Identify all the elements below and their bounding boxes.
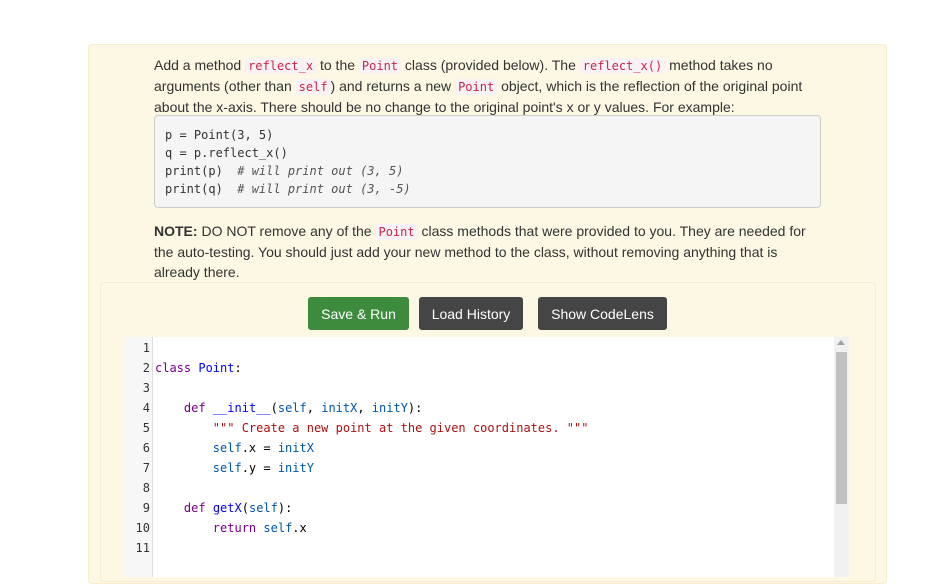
code-punct: :	[234, 361, 242, 375]
function-name: __init__	[212, 401, 271, 415]
inline-code: Point	[358, 58, 402, 74]
code-line: 10 return self.x	[124, 518, 834, 538]
scroll-up-arrow-icon[interactable]	[837, 340, 845, 345]
variable: self	[277, 401, 307, 415]
code-punct: ,	[306, 401, 322, 415]
line-number: 4	[142, 401, 150, 415]
line-number: 1	[142, 341, 150, 355]
inline-code: self	[295, 79, 331, 95]
code-editor[interactable]: 1 2 class Point: 3 4 def __init__(self, …	[124, 337, 849, 577]
variable: self	[248, 501, 278, 515]
code-text: .x	[292, 521, 307, 535]
code-punct: ):	[277, 501, 293, 515]
example-comment: # will print out (3, -5)	[237, 182, 411, 196]
code-line: 5 """ Create a new point at the given co…	[124, 418, 834, 438]
code-line: 1	[124, 338, 834, 358]
inline-code: reflect_x	[245, 58, 317, 74]
keyword: def	[183, 401, 206, 415]
example-line: print(p)	[165, 164, 238, 178]
inline-code: Point	[375, 224, 418, 240]
inline-code: reflect_x()	[579, 58, 666, 74]
show-codelens-button[interactable]: Show CodeLens	[538, 297, 667, 330]
variable: initX	[277, 441, 314, 455]
note-label: NOTE:	[154, 223, 198, 239]
docstring: """ Create a new point at the given coor…	[212, 421, 589, 435]
save-run-button[interactable]: Save & Run	[308, 297, 409, 330]
line-number: 5	[142, 421, 150, 435]
code-line: 7 self.y = initY	[124, 458, 834, 478]
code-line: 6 self.x = initX	[124, 438, 834, 458]
code-punct: ):	[407, 401, 423, 415]
example-line: p = Point(3, 5)	[165, 128, 274, 142]
function-name: getX	[212, 501, 242, 515]
code-line: 3	[124, 378, 834, 398]
line-number: 9	[142, 501, 150, 515]
description-text: to the	[316, 57, 359, 73]
code-punct: (	[241, 501, 249, 515]
code-line: 11	[124, 538, 834, 558]
description-text: ) and returns a new	[330, 78, 456, 94]
description-text: Add a method	[154, 57, 246, 73]
code-line: 8	[124, 478, 834, 498]
class-name: Point	[198, 361, 235, 375]
line-number: 11	[135, 541, 150, 555]
variable: self	[263, 521, 293, 535]
line-number: 10	[135, 521, 150, 535]
variable: initY	[277, 461, 314, 475]
variable: initY	[371, 401, 408, 415]
line-number: 3	[142, 381, 150, 395]
line-number: 8	[142, 481, 150, 495]
example-line: print(q)	[165, 182, 238, 196]
keyword: def	[183, 501, 206, 515]
scrollbar-thumb[interactable]	[836, 352, 847, 504]
keyword: class	[155, 361, 192, 375]
code-line: 4 def __init__(self, initX, initY):	[124, 398, 834, 418]
line-number: 6	[142, 441, 150, 455]
code-line: 9 def getX(self):	[124, 498, 834, 518]
editor-scrollbar[interactable]	[834, 337, 849, 577]
code-text: .y =	[241, 461, 278, 475]
description-text: class (provided below). The	[401, 57, 580, 73]
code-punct: (	[270, 401, 278, 415]
variable: initX	[321, 401, 358, 415]
keyword: return	[212, 521, 257, 535]
code-text: .x =	[241, 441, 278, 455]
note-text: NOTE: DO NOT remove any of the Point cla…	[154, 221, 822, 282]
code-line: 2 class Point:	[124, 358, 834, 378]
inline-code: Point	[455, 79, 498, 95]
question-description: Add a method reflect_x to the Point clas…	[154, 55, 814, 117]
load-history-button[interactable]: Load History	[419, 297, 523, 330]
example-code-block: p = Point(3, 5) q = p.reflect_x() print(…	[154, 115, 821, 208]
example-line: q = p.reflect_x()	[165, 146, 288, 160]
note-body: DO NOT remove any of the	[197, 223, 376, 239]
line-number: 7	[142, 461, 150, 475]
code-punct: ,	[357, 401, 372, 415]
line-number: 2	[142, 361, 150, 375]
variable: self	[212, 461, 242, 475]
variable: self	[212, 441, 242, 455]
example-comment: # will print out (3, 5)	[237, 164, 404, 178]
